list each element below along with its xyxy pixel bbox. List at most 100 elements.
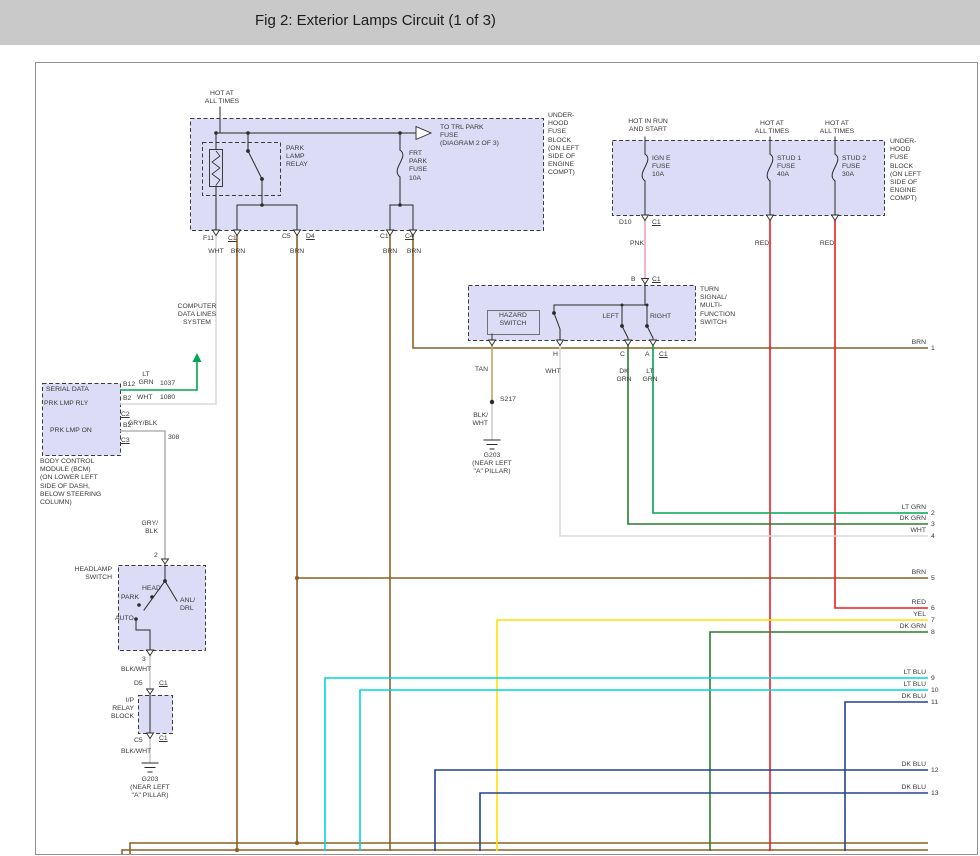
ip-relay-block-caption: I/P RELAY BLOCK xyxy=(111,697,134,722)
wire-number-label: 11 xyxy=(931,699,938,707)
pin-label: F11 xyxy=(203,235,214,243)
park-position-dot xyxy=(137,603,141,607)
headlamp-switch-caption: HEADLAMP SWITCH xyxy=(75,566,112,582)
connector-label: C1 xyxy=(159,735,168,743)
hazard-switch-label: HAZARD SWITCH xyxy=(499,312,527,328)
bcm-caption: BODY CONTROL MODULE (BCM) (ON LOWER LEFT… xyxy=(40,458,101,507)
hot-at-all-times-label: HOT AT ALL TIMES xyxy=(820,120,854,136)
connector-label: C4 xyxy=(405,233,414,241)
wire-number-label: 2 xyxy=(931,510,935,518)
computer-data-lines-label: COMPUTER DATA LINES SYSTEM xyxy=(178,303,217,328)
junction xyxy=(214,131,218,135)
wire-color-label: DK GRN xyxy=(616,368,631,384)
pin-label: A xyxy=(645,351,650,359)
pin-label: H xyxy=(553,351,558,359)
wire-color-label: YEL xyxy=(913,611,926,619)
left-turn-label: LEFT xyxy=(602,313,619,321)
wire-color-label: BRN xyxy=(912,569,926,577)
brn-junction-dot xyxy=(235,848,239,852)
wire-color-label: DK BLU xyxy=(901,784,926,792)
wire-number-label: 5 xyxy=(931,575,935,583)
relay-contact-dot xyxy=(246,149,250,153)
underhood-block-caption: UNDER- HOOD FUSE BLOCK (ON LEFT SIDE OF … xyxy=(890,138,921,204)
wire-color-label: RED xyxy=(755,240,769,248)
connector-label: C3 xyxy=(121,437,130,445)
wire-color-label: PNK xyxy=(630,240,644,248)
switch-position-label: PARK xyxy=(121,594,139,602)
right-contact-dot xyxy=(645,324,649,328)
figure-title-bar: Fig 2: Exterior Lamps Circuit (1 of 3) xyxy=(0,0,980,45)
pin-label: C xyxy=(620,351,625,359)
hazard-contact-dot xyxy=(552,311,556,315)
wire-number-label: 7 xyxy=(931,617,935,625)
wire-color-label: BRN xyxy=(290,248,304,256)
connector-label: C1 xyxy=(159,680,168,688)
splice-label: S217 xyxy=(500,396,516,404)
wire-number-label: 13 xyxy=(931,790,939,798)
connector-label: D4 xyxy=(306,233,315,241)
junction xyxy=(398,203,402,207)
pin-label: C5 xyxy=(282,233,291,241)
stud1-fuse-label: STUD 1 FUSE 40A xyxy=(777,155,801,180)
wire-number-label: 10 xyxy=(931,687,939,695)
wire-color-label: DK GRN xyxy=(900,623,926,631)
wire-color-label: TAN xyxy=(475,366,488,374)
pin-label: D10 xyxy=(619,219,631,227)
brn-junction-dot xyxy=(295,841,299,845)
hot-at-all-times-label: HOT AT ALL TIMES xyxy=(755,120,789,136)
wire-color-label: LT GRN xyxy=(642,368,657,384)
junction xyxy=(246,131,250,135)
wire-color-label: RED xyxy=(820,240,834,248)
pin-label: B2 xyxy=(123,395,131,403)
connector-label: C1 xyxy=(652,219,661,227)
splice-s217-dot xyxy=(490,400,494,404)
stud2-fuse-label: STUD 2 FUSE 30A xyxy=(842,155,866,180)
pin-label: 2 xyxy=(154,552,158,560)
ip-relay-block-box xyxy=(139,696,173,734)
wire-color-label: LT GRN xyxy=(902,504,926,512)
wire-color-label: BLK/WHT xyxy=(121,666,151,674)
hot-in-run-label: HOT IN RUN AND START xyxy=(628,118,668,134)
wire-color-label: BRN xyxy=(231,248,245,256)
underhood-block-caption: UNDER- HOOD FUSE BLOCK (ON LEFT SIDE OF … xyxy=(548,112,579,178)
wire-color-label: GRY/ BLK xyxy=(142,520,159,536)
park-lamp-relay-label: PARK LAMP RELAY xyxy=(286,145,308,170)
circuit-number-label: 308 xyxy=(168,434,179,442)
wire-color-label: BLK/WHT xyxy=(121,748,151,756)
wire-color-label: DK BLU xyxy=(901,761,926,769)
pin-label: 3 xyxy=(142,656,146,664)
pin-label: D5 xyxy=(134,680,143,688)
headlamp-pivot-dot xyxy=(163,579,167,583)
connector-label: C1 xyxy=(659,351,668,359)
junction xyxy=(646,304,649,307)
switch-position-label: AUTO xyxy=(115,615,134,623)
wire-number-label: 6 xyxy=(931,605,935,613)
connector-label: C1 xyxy=(652,276,661,284)
wire-color-label: BRN xyxy=(912,339,926,347)
circuit-number-label: 1037 xyxy=(160,380,175,388)
bcm-row-label: PRK LMP RLY xyxy=(44,400,88,408)
circuit-number-label: 1080 xyxy=(160,394,175,402)
pin-label: C5 xyxy=(134,737,143,745)
wire-number-label: 9 xyxy=(931,675,935,683)
wire-number-label: 8 xyxy=(931,629,935,637)
right-turn-label: RIGHT xyxy=(650,313,671,321)
wire-color-label: BRN xyxy=(407,248,421,256)
brn-junction-dot xyxy=(295,576,299,580)
wire-color-label: GRY/BLK xyxy=(128,420,157,428)
connector-label: C2 xyxy=(121,411,130,419)
frt-park-fuse-label: FRT PARK FUSE 10A xyxy=(409,150,427,183)
pin-label: B xyxy=(631,276,636,284)
wire-color-label: LT BLU xyxy=(904,669,926,677)
relay-contact-dot xyxy=(260,177,264,181)
wire-color-label: WHT xyxy=(208,248,223,256)
head-position-dot xyxy=(150,595,154,599)
turn-signal-caption: TURN SIGNAL/ MULTI- FUNCTION SWITCH xyxy=(700,286,735,327)
figure-title: Fig 2: Exterior Lamps Circuit (1 of 3) xyxy=(255,12,496,29)
wire-color-label: DK BLU xyxy=(901,693,926,701)
junction xyxy=(621,304,624,307)
to-trl-park-fuse-label: TO TRL PARK FUSE (DIAGRAM 2 OF 3) xyxy=(440,124,499,149)
wire-color-label: LT GRN xyxy=(138,371,153,387)
diagram-page: HOT AT ALL TIMES PARK LAMP RELAY TO TRL … xyxy=(0,0,980,856)
pin-label: B12 xyxy=(123,381,135,389)
